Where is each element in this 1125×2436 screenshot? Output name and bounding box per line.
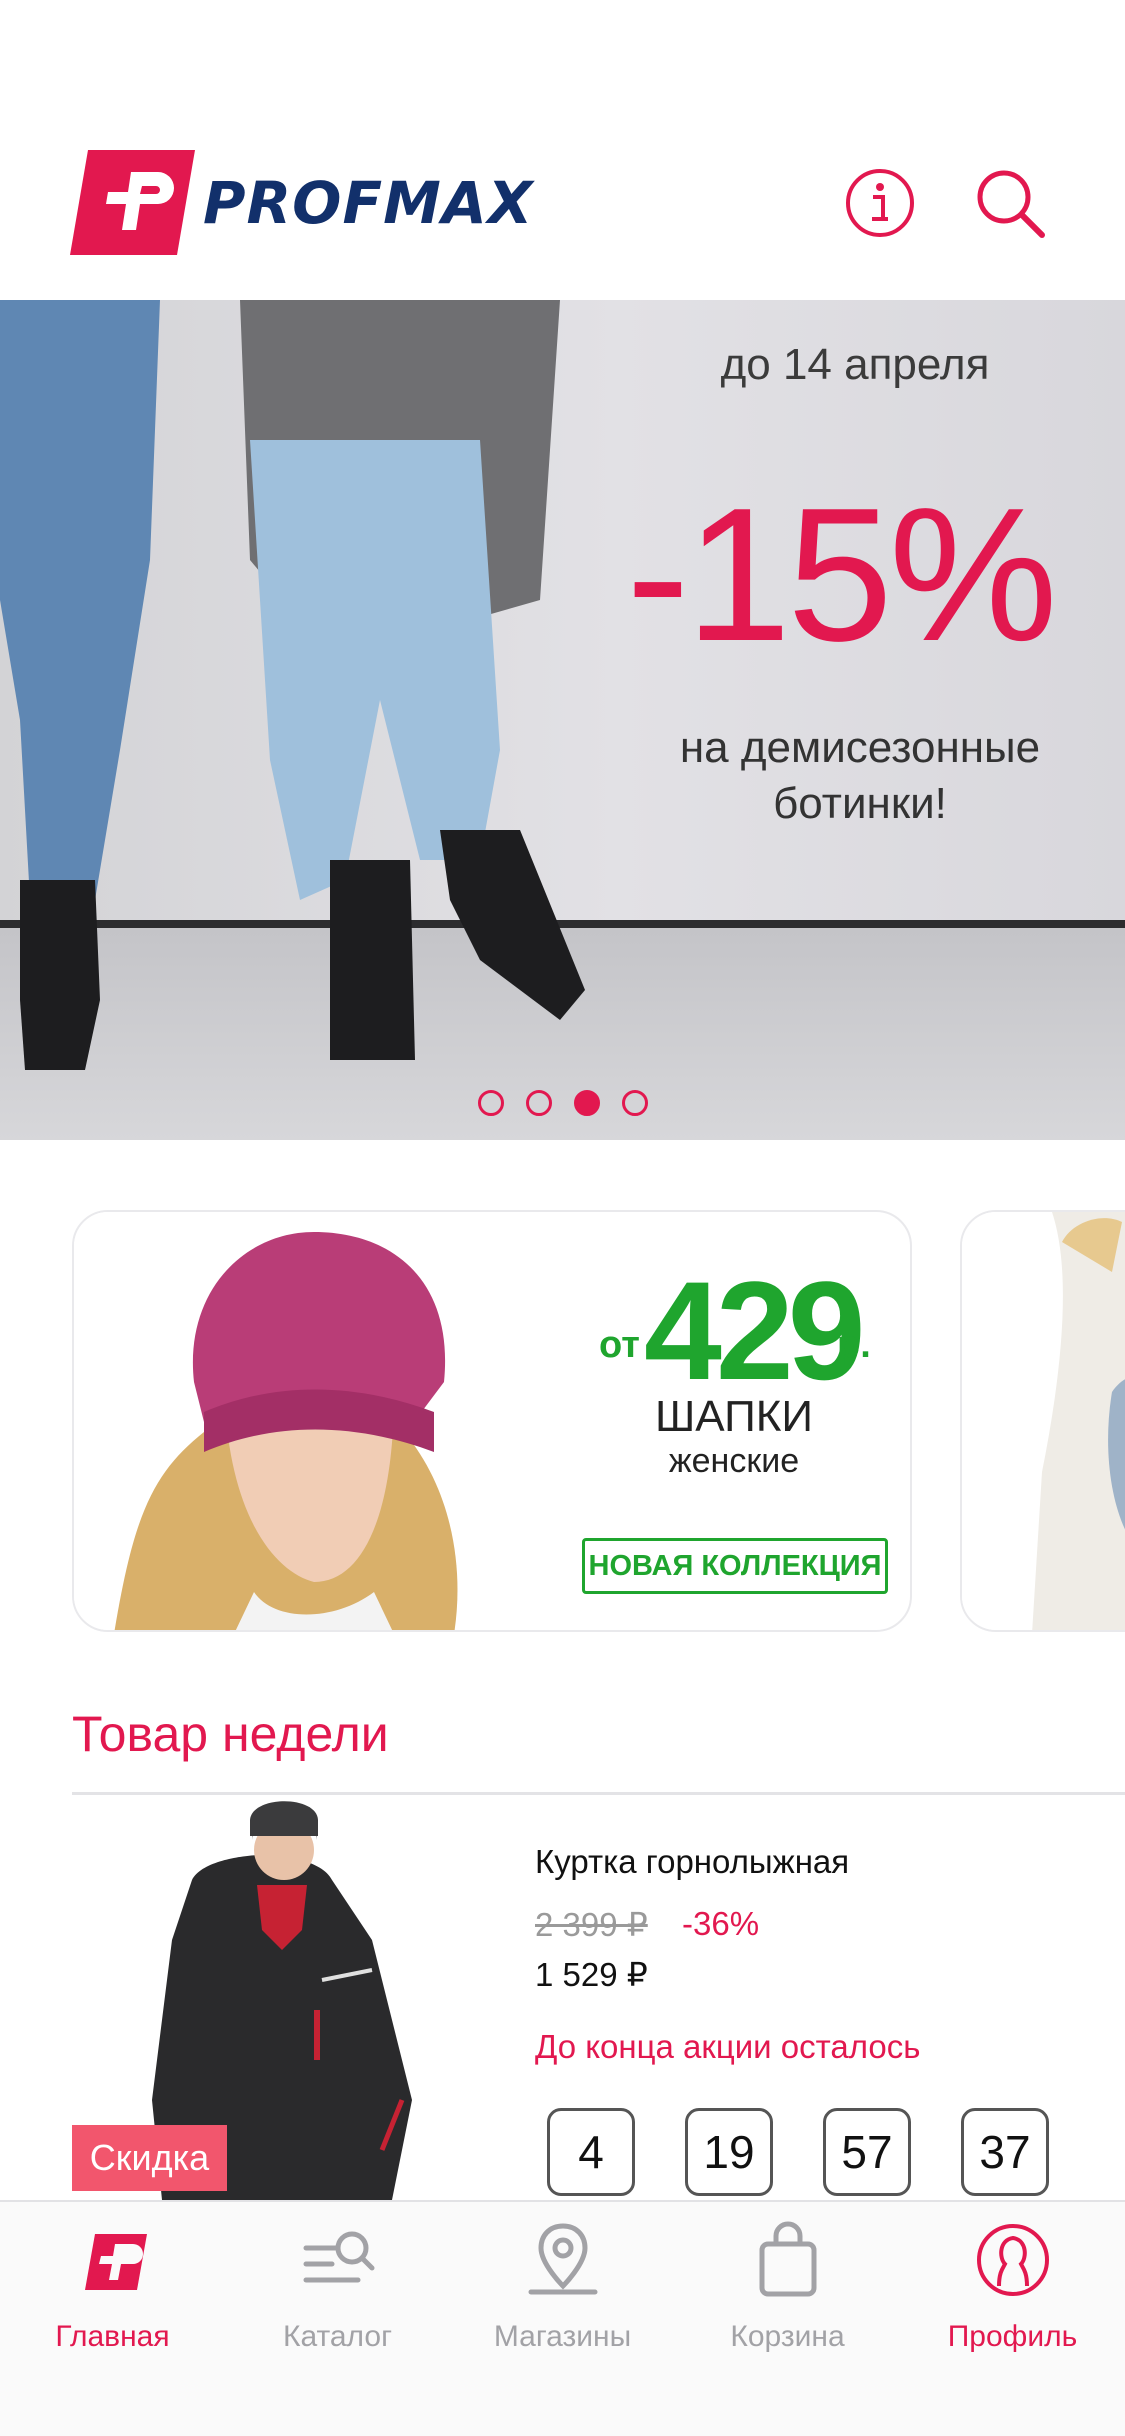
section-divider [72, 1792, 1125, 1795]
app-header: PROFMAX [0, 0, 1125, 300]
brand-logo[interactable]: PROFMAX [70, 150, 533, 255]
info-icon[interactable] [840, 163, 920, 243]
home-logo-icon [84, 2234, 147, 2290]
profmax-logo-icon [70, 150, 195, 255]
countdown-days: 4 [547, 2108, 635, 2196]
promo-card-photo [74, 1212, 544, 1630]
tab-catalog-label: Каталог [282, 2320, 393, 2353]
promo-discount: -15% [626, 469, 1058, 681]
promo-card-next[interactable] [960, 1210, 1125, 1632]
promo-subtitle-line1: на демисезонные [679, 723, 1041, 772]
countdown-label: До конца акции осталось [535, 2028, 921, 2065]
map-pin-icon [528, 2223, 597, 2295]
carousel-dot[interactable] [622, 1090, 648, 1116]
promo-subtitle: на демисезонные ботинки! [620, 720, 1100, 832]
carousel-pagination [478, 1090, 648, 1116]
bottom-tab-bar: Главная Каталог Магазины Корзина Профиль [0, 2200, 1125, 2436]
promo-card-title: ШАПКИ [654, 1392, 814, 1441]
sale-badge: Скидка [72, 2125, 227, 2191]
tab-profile[interactable]: Профиль [900, 2220, 1125, 2370]
promo-cards-row: от 429 р. ШАПКИ женские НОВАЯ КОЛЛЕКЦИЯ [0, 1210, 1125, 1635]
product-name[interactable]: Куртка горнолыжная [535, 1843, 849, 1881]
price-prefix: от [599, 1324, 640, 1366]
promo-card-photo [962, 1212, 1125, 1630]
shopping-bag-icon [759, 2221, 816, 2297]
tab-profile-label: Профиль [947, 2320, 1078, 2353]
new-collection-badge: НОВАЯ КОЛЛЕКЦИЯ [582, 1538, 888, 1594]
brand-name: PROFMAX [203, 168, 534, 237]
promo-card-hats[interactable]: от 429 р. ШАПКИ женские НОВАЯ КОЛЛЕКЦИЯ [72, 1210, 912, 1632]
tab-cart-label: Корзина [730, 2320, 845, 2353]
promo-subtitle-line2: ботинки! [773, 779, 947, 828]
product-discount: -36% [682, 1905, 760, 1942]
search-icon[interactable] [970, 163, 1050, 243]
promo-date: до 14 апреля [720, 340, 990, 389]
countdown-seconds: 37 [961, 2108, 1049, 2196]
section-title-product-of-week: Товар недели [72, 1706, 389, 1762]
tab-stores-label: Магазины [493, 2320, 632, 2353]
promo-banner-carousel[interactable]: до 14 апреля -15% на демисезонные ботинк… [0, 300, 1125, 1140]
tab-home-label: Главная [55, 2320, 170, 2353]
countdown-minutes: 57 [823, 2108, 911, 2196]
carousel-dot[interactable] [478, 1090, 504, 1116]
price-value: 429 [644, 1252, 866, 1409]
product-new-price: 1 529 ₽ [535, 1956, 648, 1993]
tab-stores[interactable]: Магазины [450, 2220, 675, 2370]
catalog-search-icon [303, 2231, 374, 2283]
tab-catalog[interactable]: Каталог [225, 2220, 450, 2370]
profile-icon [976, 2224, 1049, 2296]
countdown-hours: 19 [685, 2108, 773, 2196]
product-old-price: 2 399 ₽ [535, 1906, 648, 1943]
banner-photo-legs [0, 300, 585, 1070]
promo-card-subtitle: женские [668, 1442, 800, 1480]
tab-home[interactable]: Главная [0, 2220, 225, 2370]
tab-cart[interactable]: Корзина [675, 2220, 900, 2370]
price-currency: р. [837, 1324, 871, 1366]
carousel-dot-active[interactable] [574, 1090, 600, 1116]
carousel-dot[interactable] [526, 1090, 552, 1116]
